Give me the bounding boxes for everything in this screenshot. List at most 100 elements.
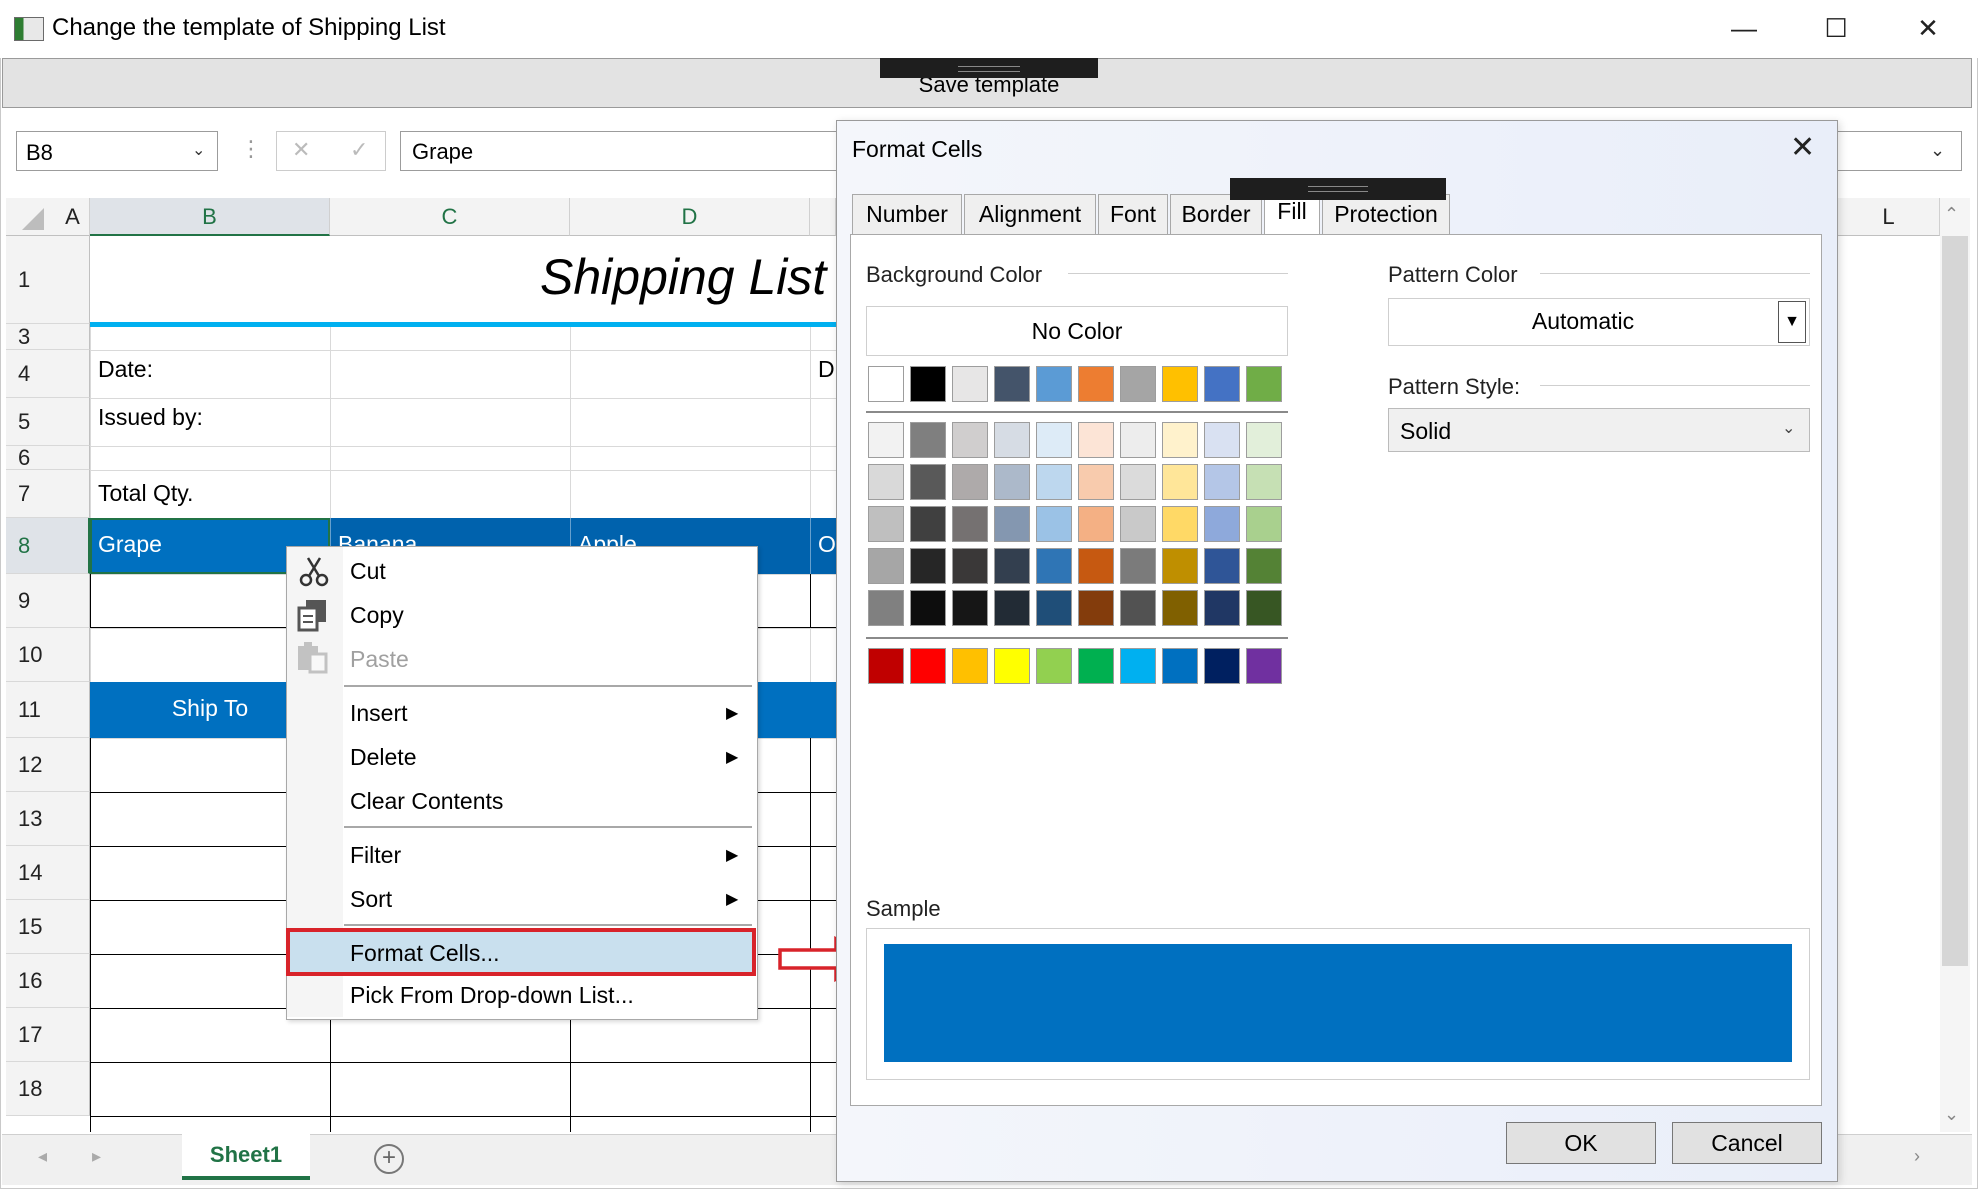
menu-item-sort[interactable]: Sort [350, 886, 392, 913]
column-header-a[interactable]: A [56, 198, 90, 236]
tint-color-swatch[interactable] [1036, 464, 1072, 500]
tint-color-swatch[interactable] [1036, 506, 1072, 542]
tint-color-swatch[interactable] [1246, 464, 1282, 500]
column-header-d[interactable]: D [570, 198, 810, 236]
standard-color-swatch[interactable] [1162, 648, 1198, 684]
tint-color-swatch[interactable] [1078, 422, 1114, 458]
standard-color-swatch[interactable] [952, 648, 988, 684]
row-header[interactable]: 7 [6, 470, 90, 518]
theme-color-swatch[interactable] [994, 366, 1030, 402]
row-header[interactable]: 16 [6, 954, 90, 1008]
row-header[interactable]: 18 [6, 1062, 90, 1116]
tint-color-swatch[interactable] [1120, 464, 1156, 500]
row-header[interactable]: 5 [6, 398, 90, 446]
tab-alignment[interactable]: Alignment [964, 194, 1096, 234]
tint-color-swatch[interactable] [868, 590, 904, 626]
theme-color-swatch[interactable] [1204, 366, 1240, 402]
column-header-b[interactable]: B [90, 198, 330, 236]
menu-item-clear-contents[interactable]: Clear Contents [350, 788, 503, 815]
tint-color-swatch[interactable] [1120, 422, 1156, 458]
tint-color-swatch[interactable] [1162, 590, 1198, 626]
tab-scroll-left-icon[interactable]: ◂ [38, 1146, 47, 1167]
chevron-down-icon[interactable]: ⌄ [1782, 418, 1795, 438]
theme-color-swatch[interactable] [1162, 366, 1198, 402]
standard-color-swatch[interactable] [1246, 648, 1282, 684]
menu-item-cut[interactable]: Cut [350, 558, 386, 585]
row-header[interactable]: 6 [6, 445, 90, 470]
scroll-up-icon[interactable]: ⌃ [1944, 204, 1959, 225]
row-header[interactable]: 11 [6, 682, 90, 738]
chevron-down-icon[interactable]: ⌄ [192, 140, 205, 160]
tint-color-swatch[interactable] [910, 464, 946, 500]
tint-color-swatch[interactable] [994, 506, 1030, 542]
tint-color-swatch[interactable] [1204, 590, 1240, 626]
theme-color-swatch[interactable] [868, 366, 904, 402]
cancel-edit-icon[interactable]: ✕ [292, 137, 310, 163]
tint-color-swatch[interactable] [1120, 548, 1156, 584]
standard-color-swatch[interactable] [1204, 648, 1240, 684]
tint-color-swatch[interactable] [1162, 422, 1198, 458]
tint-color-swatch[interactable] [868, 464, 904, 500]
menu-item-insert[interactable]: Insert [350, 700, 408, 727]
row-header[interactable]: 10 [6, 628, 90, 682]
tint-color-swatch[interactable] [1246, 506, 1282, 542]
standard-color-swatch[interactable] [1120, 648, 1156, 684]
ok-button[interactable]: OK [1506, 1122, 1656, 1164]
column-header-e[interactable] [810, 198, 836, 236]
tint-color-swatch[interactable] [868, 548, 904, 584]
theme-color-swatch[interactable] [910, 366, 946, 402]
tint-color-swatch[interactable] [952, 422, 988, 458]
tint-color-swatch[interactable] [952, 590, 988, 626]
close-window-button[interactable]: ✕ [1898, 8, 1958, 48]
confirm-edit-icon[interactable]: ✓ [350, 137, 368, 163]
tint-color-swatch[interactable] [1078, 548, 1114, 584]
maximize-button[interactable]: ☐ [1806, 8, 1866, 48]
row-header[interactable]: 1 [6, 236, 90, 324]
menu-item-delete[interactable]: Delete [350, 744, 416, 771]
scroll-down-icon[interactable]: ⌄ [1944, 1104, 1959, 1125]
tint-color-swatch[interactable] [910, 422, 946, 458]
standard-color-swatch[interactable] [1036, 648, 1072, 684]
theme-color-swatch[interactable] [1078, 366, 1114, 402]
tint-color-swatch[interactable] [994, 590, 1030, 626]
menu-item-copy[interactable]: Copy [350, 602, 404, 629]
tint-color-swatch[interactable] [1246, 548, 1282, 584]
tint-color-swatch[interactable] [1162, 464, 1198, 500]
close-icon[interactable]: ✕ [1790, 130, 1815, 165]
tint-color-swatch[interactable] [994, 464, 1030, 500]
tab-number[interactable]: Number [852, 194, 962, 234]
row-header[interactable]: 12 [6, 738, 90, 792]
tint-color-swatch[interactable] [1204, 548, 1240, 584]
tint-color-swatch[interactable] [910, 548, 946, 584]
row-header[interactable]: 17 [6, 1008, 90, 1062]
tint-color-swatch[interactable] [1120, 506, 1156, 542]
sheet-tab[interactable]: Sheet1 [182, 1134, 310, 1180]
tint-color-swatch[interactable] [1078, 590, 1114, 626]
tab-scroll-right-icon[interactable]: ▸ [92, 1146, 101, 1167]
tint-color-swatch[interactable] [1036, 422, 1072, 458]
tab-font[interactable]: Font [1098, 194, 1168, 234]
tint-color-swatch[interactable] [1078, 464, 1114, 500]
tint-color-swatch[interactable] [1204, 506, 1240, 542]
tab-protection[interactable]: Protection [1322, 194, 1450, 234]
dropdown-arrow-icon[interactable]: ▼ [1778, 301, 1806, 343]
tint-color-swatch[interactable] [952, 464, 988, 500]
row-header[interactable]: 3 [6, 324, 90, 350]
tint-color-swatch[interactable] [1120, 590, 1156, 626]
tint-color-swatch[interactable] [952, 506, 988, 542]
row-header[interactable]: 9 [6, 574, 90, 628]
scrollbar-thumb[interactable] [1942, 236, 1968, 966]
theme-color-swatch[interactable] [952, 366, 988, 402]
standard-color-swatch[interactable] [1078, 648, 1114, 684]
add-sheet-button[interactable]: + [374, 1144, 404, 1174]
tint-color-swatch[interactable] [910, 506, 946, 542]
row-header[interactable]: 14 [6, 846, 90, 900]
minimize-button[interactable]: — [1714, 8, 1774, 48]
tint-color-swatch[interactable] [1078, 506, 1114, 542]
tab-border[interactable]: Border [1170, 194, 1262, 234]
row-header[interactable]: 13 [6, 792, 90, 846]
theme-color-swatch[interactable] [1036, 366, 1072, 402]
tint-color-swatch[interactable] [994, 422, 1030, 458]
theme-color-swatch[interactable] [1246, 366, 1282, 402]
tint-color-swatch[interactable] [868, 506, 904, 542]
